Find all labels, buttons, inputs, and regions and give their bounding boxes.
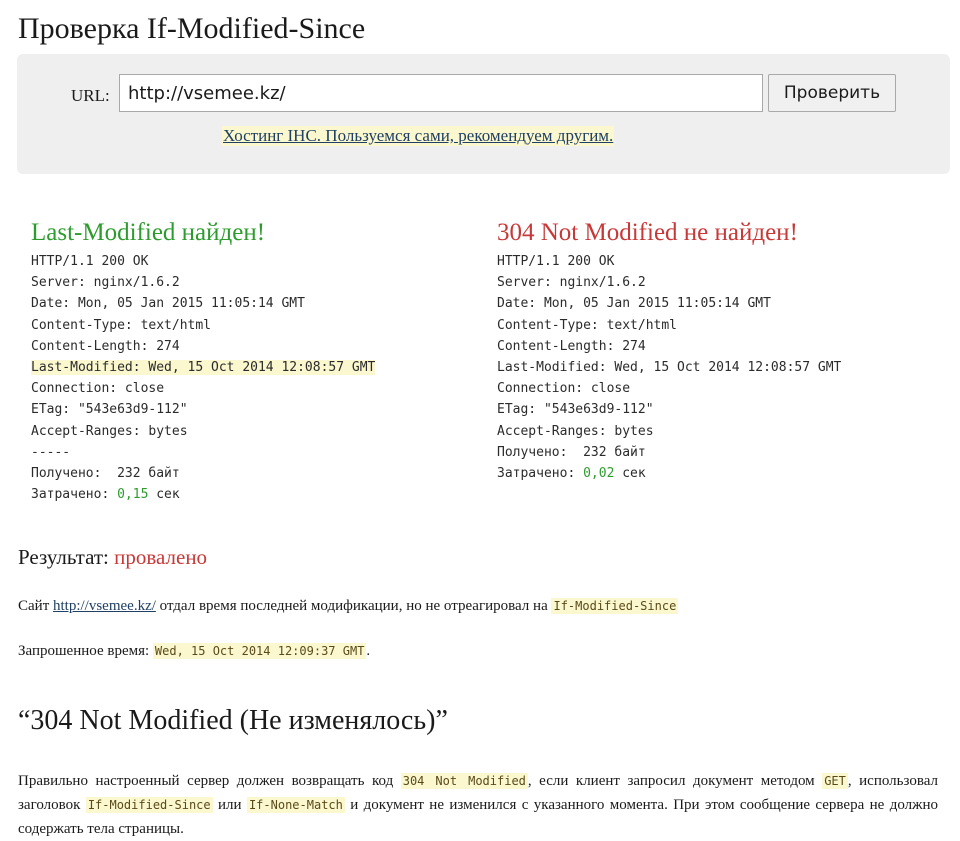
desc-code: If-None-Match [246,797,345,813]
header-line: Date: Mon, 05 Jan 2015 11:05:14 GMT [31,296,305,312]
check-button[interactable]: Проверить [768,74,896,112]
response-headers-first: HTTP/1.1 200 OK Server: nginx/1.6.2 Date… [31,251,376,505]
requested-time: Запрошенное время: Wed, 15 Oct 2014 12:0… [18,643,370,660]
elapsed-time-label: Затрачено: [31,487,118,503]
section-heading: “304 Not Modified (Не изменялось)” [18,705,448,736]
response-headers-second: HTTP/1.1 200 OK Server: nginx/1.6.2 Date… [497,251,841,484]
elapsed-time-value: 0,02 [583,465,615,481]
header-line: Server: nginx/1.6.2 [497,275,646,291]
result-heading: Результат: провалено [18,545,207,570]
page: Проверка If-Modified-Since URL: Проверит… [0,0,960,837]
header-line: Date: Mon, 05 Jan 2015 11:05:14 GMT [497,296,771,312]
header-line-last-modified: Last-Modified: Wed, 15 Oct 2014 12:08:57… [31,357,376,378]
desc-text: или [212,797,247,813]
last-modified-highlight: Last-Modified: Wed, 15 Oct 2014 12:08:57… [31,359,376,375]
header-name-code: If-Modified-Since [551,598,679,614]
last-modified-found-heading: Last-Modified найден! [31,219,266,246]
received-bytes-line: Получено: 232 байт [497,444,646,460]
elapsed-time-label: Затрачено: [497,465,584,481]
elapsed-time-unit: сек [148,487,180,503]
requested-time-value: Wed, 15 Oct 2014 12:09:37 GMT [152,643,367,659]
p1-middle: отдал время последней модификации, но не… [155,598,552,614]
elapsed-time-value: 0,15 [117,487,149,503]
header-line: HTTP/1.1 200 OK [31,254,149,269]
header-line: ETag: "543e63d9-112" [31,402,188,418]
header-line: ETag: "543e63d9-112" [497,402,654,418]
header-line: Last-Modified: Wed, 15 Oct 2014 12:08:57… [497,359,842,375]
header-line: Content-Type: text/html [497,317,678,333]
header-line: Content-Length: 274 [31,338,180,354]
desc-text: , если клиент запросил документ методом [527,773,823,789]
header-line: Content-Length: 274 [497,338,646,354]
elapsed-time-line: Затрачено: 0,02 сек [497,463,841,484]
header-line: Server: nginx/1.6.2 [31,275,180,291]
received-bytes-line: Получено: 232 байт [31,465,180,481]
url-label: URL: [71,86,110,105]
url-input[interactable] [119,74,763,112]
site-link[interactable]: http://vsemee.kz/ [53,598,156,614]
result-explanation: Сайт http://vsemee.kz/ отдал время после… [18,598,679,615]
separator-line: ----- [31,444,71,460]
header-line: Connection: close [31,381,165,397]
header-line: Accept-Ranges: bytes [497,423,654,439]
check-form-panel [17,54,950,174]
page-title: Проверка If-Modified-Since [18,12,366,45]
not-modified-missing-heading: 304 Not Modified не найден! [497,219,798,246]
desc-code: GET [822,773,848,789]
section-description: Правильно настроенный сервер должен возв… [18,769,938,841]
requested-time-suffix: . [366,643,371,659]
header-line: Connection: close [497,381,631,397]
header-line: Content-Type: text/html [31,317,212,333]
header-line: HTTP/1.1 200 OK [497,254,615,269]
desc-code: 304 Not Modified [400,773,528,789]
hosting-promo-link[interactable]: Хостинг IHC. Пользуемся сами, рекомендуе… [222,126,615,146]
desc-text: Правильно настроенный сервер должен возв… [18,773,401,789]
elapsed-time-unit: сек [614,465,646,481]
desc-code: If-Modified-Since [85,797,213,813]
header-line: Accept-Ranges: bytes [31,423,188,439]
requested-time-label: Запрошенное время: [18,643,153,659]
result-label: Результат: [18,545,115,569]
elapsed-time-line: Затрачено: 0,15 сек [31,484,375,505]
p1-prefix: Сайт [18,598,53,614]
result-status: провалено [114,545,208,569]
